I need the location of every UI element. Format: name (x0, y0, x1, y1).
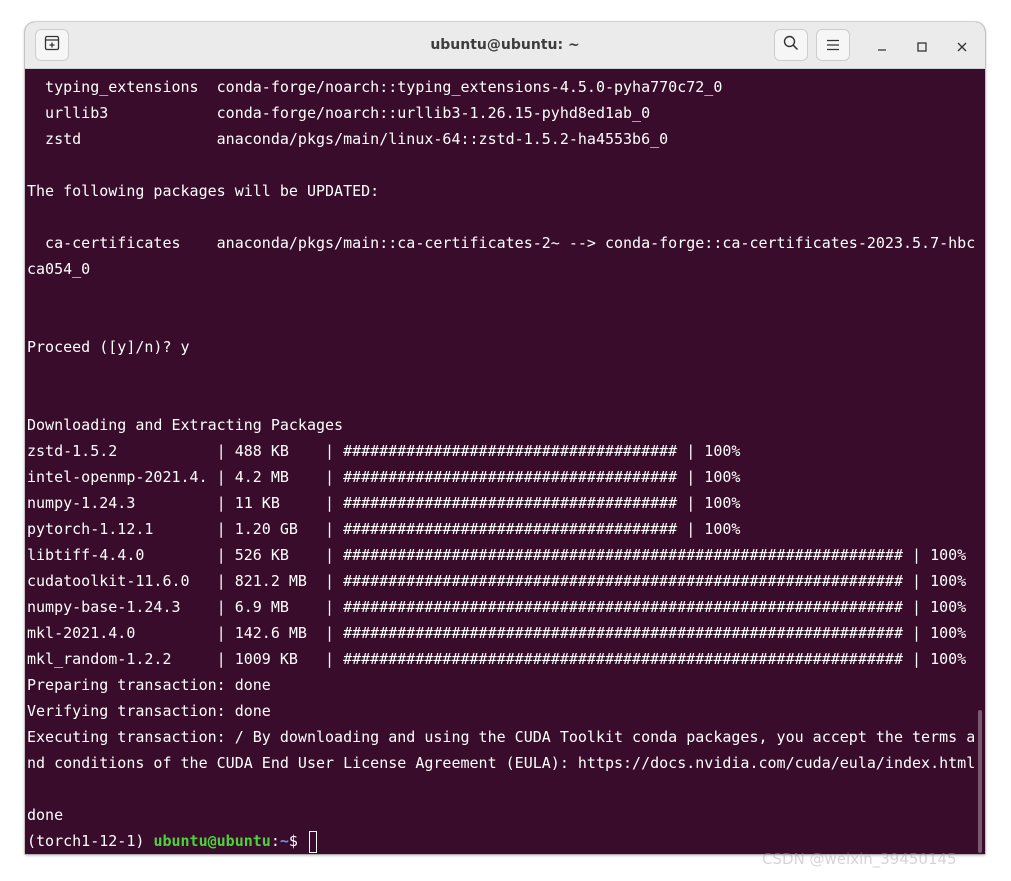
minimize-button[interactable] (871, 35, 893, 57)
terminal-line: ca054_0 (27, 260, 91, 278)
close-icon (957, 37, 967, 56)
title-bar: ubuntu@ubuntu: ~ (25, 22, 985, 69)
prompt-path: ~ (279, 832, 289, 850)
terminal-line: The following packages will be UPDATED: (27, 182, 380, 200)
terminal-window: ubuntu@ubuntu: ~ typing_extensions conda… (25, 22, 985, 854)
terminal-line: Proceed ([y]/n)? y (27, 338, 190, 356)
terminal-line: numpy-base-1.24.3 | 6.9 MB | ###########… (27, 598, 967, 616)
scrollbar[interactable] (978, 710, 982, 853)
prompt-separator: : (270, 832, 280, 850)
new-tab-icon (44, 35, 60, 55)
terminal-line: numpy-1.24.3 | 11 KB | #################… (27, 494, 741, 512)
prompt-env: (torch1-12-1) (27, 832, 154, 850)
terminal-line: urllib3 conda-forge/noarch::urllib3-1.26… (27, 104, 651, 122)
terminal-line: mkl_random-1.2.2 | 1009 KB | ###########… (27, 650, 967, 668)
terminal-area[interactable]: typing_extensions conda-forge/noarch::ty… (25, 69, 985, 854)
terminal-line: libtiff-4.4.0 | 526 KB | ###############… (27, 546, 967, 564)
maximize-icon (917, 37, 927, 56)
terminal-line: zstd-1.5.2 | 488 KB | ##################… (27, 442, 741, 460)
terminal-line: mkl-2021.4.0 | 142.6 MB | ##############… (27, 624, 967, 642)
prompt-symbol: $ (288, 832, 307, 850)
terminal-line: pytorch-1.12.1 | 1.20 GB | #############… (27, 520, 741, 538)
hamburger-menu-icon (826, 36, 840, 55)
close-button[interactable] (951, 35, 973, 57)
terminal-line: done (27, 806, 64, 824)
new-tab-button[interactable] (35, 29, 69, 61)
terminal-line: Downloading and Extracting Packages (27, 416, 344, 434)
terminal-line: nd conditions of the CUDA End User Licen… (27, 754, 976, 772)
maximize-button[interactable] (911, 35, 933, 57)
terminal-output: typing_extensions conda-forge/noarch::ty… (27, 74, 976, 854)
search-icon (783, 35, 799, 55)
minimize-icon (877, 37, 887, 56)
terminal-line: Preparing transaction: done (27, 676, 271, 694)
text-cursor (308, 830, 317, 853)
terminal-line: Executing transaction: / By downloading … (27, 728, 976, 746)
search-button[interactable] (774, 29, 808, 61)
terminal-line: cudatoolkit-11.6.0 | 821.2 MB | ########… (27, 572, 967, 590)
terminal-line: typing_extensions conda-forge/noarch::ty… (27, 78, 723, 96)
terminal-line: intel-openmp-2021.4. | 4.2 MB | ########… (27, 468, 741, 486)
menu-button[interactable] (816, 29, 850, 61)
terminal-line: ca-certificates anaconda/pkgs/main::ca-c… (27, 234, 976, 252)
prompt-user-host: ubuntu@ubuntu (153, 832, 271, 850)
watermark: CSDN @weixin_39450145 (762, 850, 957, 868)
terminal-line: Verifying transaction: done (27, 702, 271, 720)
terminal-line: zstd anaconda/pkgs/main/linux-64::zstd-1… (27, 130, 669, 148)
